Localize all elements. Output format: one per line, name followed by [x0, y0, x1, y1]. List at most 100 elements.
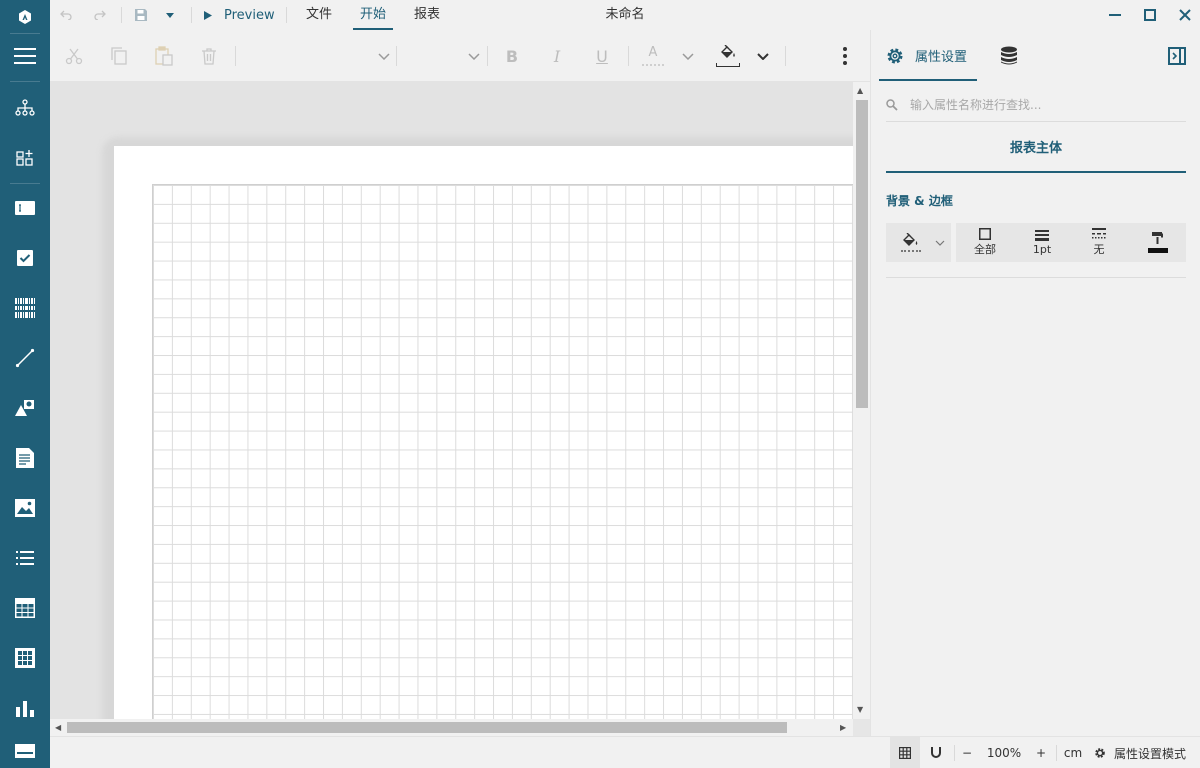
zoom-level[interactable]: 100%	[980, 737, 1028, 768]
maximize-icon	[1144, 9, 1156, 21]
snap-toggle-button[interactable]	[922, 737, 950, 768]
caret-down-icon	[166, 12, 174, 18]
scroll-right-arrow[interactable]: ▶	[840, 723, 846, 732]
image-icon	[15, 499, 35, 517]
delete-button[interactable]	[196, 43, 222, 69]
tab-home[interactable]: 开始	[353, 0, 393, 30]
grid-toggle-button[interactable]	[890, 737, 920, 768]
design-canvas[interactable]	[50, 82, 853, 719]
font-family-select[interactable]	[240, 43, 390, 69]
sidebar-item-line[interactable]	[0, 333, 50, 383]
separator	[396, 46, 397, 66]
report-page[interactable]	[114, 146, 853, 719]
sidebar-item-checkbox[interactable]	[0, 233, 50, 283]
border-style-button[interactable]: 无	[1076, 223, 1122, 262]
property-search	[886, 88, 1186, 122]
property-search-input[interactable]	[910, 97, 1170, 112]
tab-data[interactable]	[995, 30, 1023, 81]
preview-button[interactable]: Preview	[204, 4, 276, 26]
banded-list-icon	[15, 743, 35, 758]
close-button[interactable]	[1170, 0, 1200, 30]
sidebar-item-banded-list[interactable]	[0, 733, 50, 768]
scroll-down-arrow[interactable]: ▼	[857, 705, 863, 714]
sidebar-item-matrix[interactable]	[0, 633, 50, 683]
font-color-swatch	[642, 64, 664, 66]
background-fill-dropdown[interactable]	[930, 223, 950, 262]
sidebar-item-shape[interactable]	[0, 383, 50, 433]
vertical-scrollbar[interactable]: ▲ ▼	[853, 82, 870, 719]
property-mode-button[interactable]: 属性设置模式	[1094, 737, 1194, 768]
tab-properties[interactable]: 属性设置	[879, 30, 977, 81]
background-color-dropdown[interactable]	[751, 43, 775, 69]
border-width-label: 1pt	[1032, 242, 1052, 256]
paste-icon	[155, 46, 173, 66]
unit-selector[interactable]: cm	[1058, 737, 1088, 768]
tab-file[interactable]: 文件	[299, 0, 339, 30]
cut-button[interactable]	[61, 43, 87, 69]
richtext-icon	[16, 448, 34, 468]
sidebar-item-textbox[interactable]	[0, 183, 50, 233]
gear-icon	[1095, 748, 1105, 758]
italic-button[interactable]: I	[544, 43, 570, 69]
horizontal-scrollbar[interactable]: ◀ ▶	[50, 719, 853, 736]
save-dropdown-button[interactable]	[162, 4, 178, 26]
border-width-button[interactable]: 1pt	[1019, 223, 1065, 262]
section-report-body[interactable]: 报表主体	[886, 131, 1186, 173]
sidebar-item-barcode[interactable]	[0, 283, 50, 333]
more-vertical-icon	[843, 47, 847, 65]
report-body-grid[interactable]	[152, 184, 853, 719]
collapse-panel-button[interactable]	[1165, 44, 1189, 68]
underline-button[interactable]: U	[589, 43, 615, 69]
background-color-button[interactable]	[715, 43, 741, 69]
border-width-icon	[1035, 229, 1049, 241]
copy-button[interactable]	[106, 43, 132, 69]
background-fill-swatch	[901, 250, 921, 252]
font-size-select[interactable]	[400, 43, 480, 69]
sidebar-item-chart[interactable]	[0, 683, 50, 733]
more-options-button[interactable]	[832, 43, 858, 69]
horizontal-scroll-thumb[interactable]	[67, 722, 787, 733]
sidebar-item-report-explorer[interactable]	[0, 83, 50, 133]
scroll-left-arrow[interactable]: ◀	[55, 723, 61, 732]
vertical-scroll-thumb[interactable]	[856, 100, 868, 408]
background-color-swatch	[716, 63, 740, 67]
undo-button[interactable]	[56, 4, 76, 26]
border-scope-label: 全部	[974, 243, 996, 256]
separator	[628, 46, 629, 66]
sidebar-item-list[interactable]	[0, 533, 50, 583]
separator	[121, 7, 122, 23]
sidebar-item-table[interactable]	[0, 583, 50, 633]
zoom-out-button[interactable]: −	[956, 737, 978, 768]
sidebar-divider	[10, 81, 40, 82]
border-color-button[interactable]	[1135, 223, 1181, 262]
paint-bucket-icon	[903, 233, 918, 246]
border-all-icon	[979, 228, 991, 240]
bold-button[interactable]: B	[499, 43, 525, 69]
sidebar-item-image[interactable]	[0, 483, 50, 533]
paste-button[interactable]	[151, 43, 177, 69]
close-icon	[1179, 9, 1191, 21]
menu-icon	[14, 48, 36, 64]
scroll-up-arrow[interactable]: ▲	[857, 86, 863, 95]
redo-button[interactable]	[90, 4, 110, 26]
minimize-button[interactable]	[1100, 0, 1130, 30]
textbox-icon	[15, 201, 35, 215]
sidebar-item-group-editor[interactable]	[0, 133, 50, 183]
line-icon	[15, 348, 35, 368]
font-color-dropdown[interactable]	[676, 43, 700, 69]
zoom-in-button[interactable]: +	[1030, 737, 1052, 768]
chart-icon	[16, 701, 34, 717]
sidebar-item-richtext[interactable]	[0, 433, 50, 483]
tab-report[interactable]: 报表	[407, 0, 447, 30]
sidebar-menu-button[interactable]	[0, 31, 50, 81]
play-icon	[204, 10, 212, 20]
maximize-button[interactable]	[1135, 0, 1165, 30]
copy-icon	[111, 47, 127, 65]
font-color-icon: A	[648, 45, 658, 60]
background-fill-button[interactable]	[894, 223, 928, 262]
save-button[interactable]	[130, 4, 152, 26]
report-designer-app: 未命名 Preview 文件 开始 报表 B I U A ▲ ▼ ◀ ▶ 属性设…	[0, 0, 1200, 768]
border-scope-button[interactable]: 全部	[962, 223, 1008, 262]
separator	[235, 46, 236, 66]
font-color-button[interactable]: A	[640, 43, 666, 69]
